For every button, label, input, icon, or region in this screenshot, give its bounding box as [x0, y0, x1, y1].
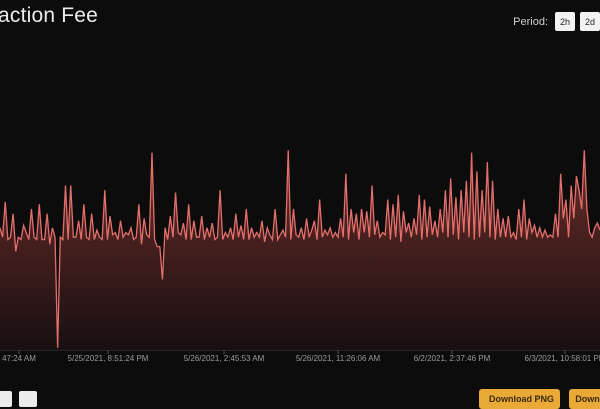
- fee-area-chart: 47:24 AM 5/25/2021, 8:51:24 PM 5/26/2021, …: [0, 150, 600, 363]
- fee-area: [0, 150, 600, 350]
- x-tick-label: 6/3/2021, 10:58:01 PM: [525, 354, 600, 363]
- x-axis-ticks: 47:24 AM 5/25/2021, 8:51:24 PM 5/26/2021, …: [2, 350, 600, 363]
- download-second-button[interactable]: Down: [569, 389, 600, 409]
- zoom-in-button[interactable]: [19, 391, 37, 407]
- x-tick-label: 6/2/2021, 2:37:46 PM: [414, 354, 491, 363]
- download-png-button[interactable]: Download PNG: [479, 389, 560, 409]
- x-tick-label: 5/26/2021, 2:45:53 AM: [184, 354, 265, 363]
- x-tick-label: 5/26/2021, 11:26:06 AM: [296, 354, 381, 363]
- x-tick-label: 5/25/2021, 8:51:24 PM: [68, 354, 149, 363]
- zoom-out-button[interactable]: [0, 391, 12, 407]
- x-tick-label: 47:24 AM: [2, 354, 36, 363]
